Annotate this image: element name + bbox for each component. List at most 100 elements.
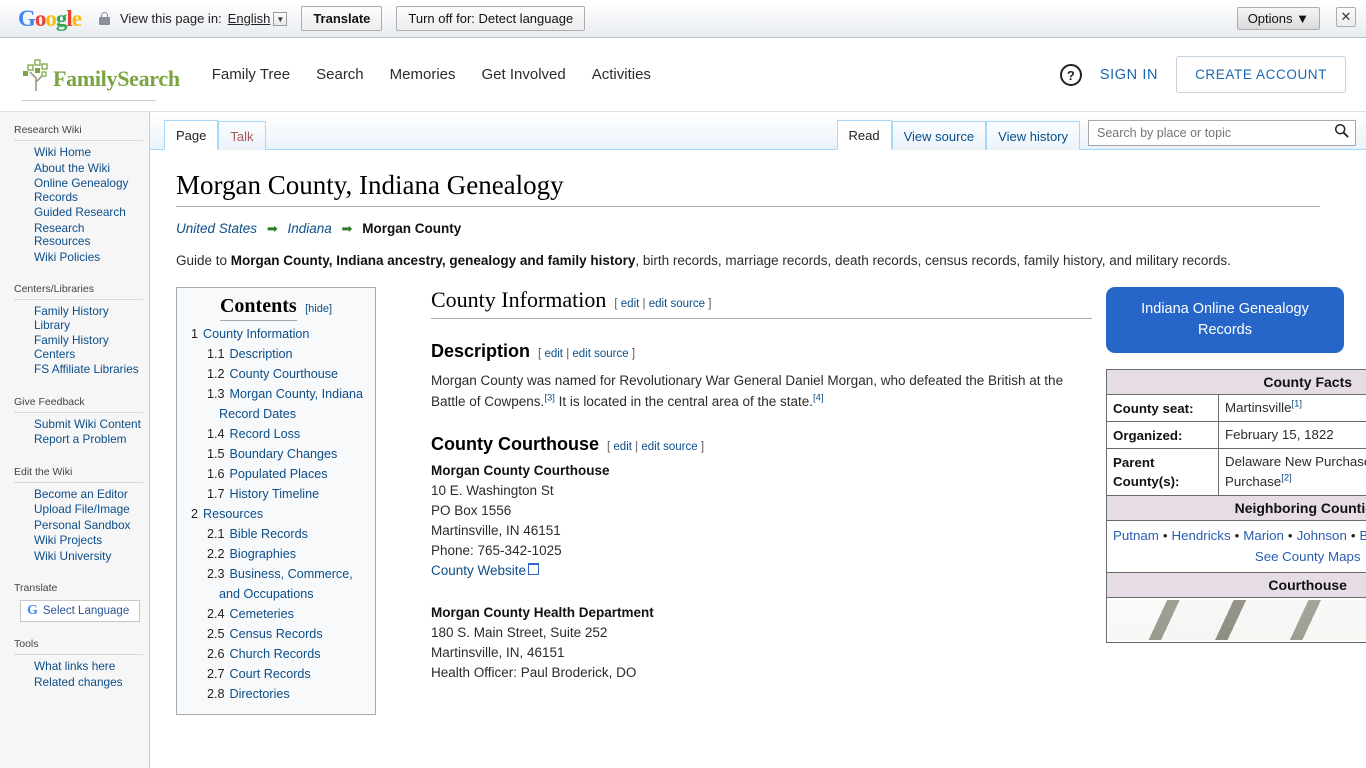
table-row [1105,597,1366,643]
toc-item[interactable]: 2.1 Bible Records [199,524,365,544]
nav-search[interactable]: Search [316,66,364,83]
tab-view-source[interactable]: View source [891,121,987,150]
sidebar-item-submit-wiki-content[interactable]: Submit Wiki Content [14,417,143,433]
toc-link[interactable]: Biographies [230,547,297,561]
sidebar-item-become-an-editor[interactable]: Become an Editor [14,487,143,503]
sidebar-item-about-the-wiki[interactable]: About the Wiki [14,161,143,177]
tab-page[interactable]: Page [164,120,219,150]
sidebar-item-family-history-library[interactable]: Family History Library [14,304,143,333]
breadcrumb-indiana[interactable]: Indiana [287,221,331,236]
edit-source-link[interactable]: edit source [649,298,705,310]
tab-view-history[interactable]: View history [986,121,1080,150]
sidebar-item-report-a-problem[interactable]: Report a Problem [14,432,143,448]
neighbor-marion[interactable]: Marion [1243,528,1284,543]
edit-link[interactable]: edit [613,441,632,453]
toc-item[interactable]: 1.3 Morgan County, Indiana Record Dates [199,384,365,424]
reference-1[interactable]: [1] [1292,399,1303,410]
toc-link[interactable]: County Courthouse [230,367,339,381]
reference-2[interactable]: [2] [1281,473,1292,484]
chevron-down-icon[interactable]: ▼ [273,11,288,26]
neighbor-brown[interactable]: Brown [1360,528,1366,543]
toc-link[interactable]: Directories [230,687,290,701]
toc-link[interactable]: Bible Records [230,527,308,541]
organized-label: Organized: [1106,421,1219,449]
turn-off-translate-button[interactable]: Turn off for: Detect language [396,6,586,31]
sidebar-item-wiki-projects[interactable]: Wiki Projects [14,533,143,549]
translate-options-button[interactable]: Options ▼ [1236,7,1320,30]
neighbor-johnson[interactable]: Johnson [1297,528,1347,543]
toc-item[interactable]: 1.2 County Courthouse [199,364,365,384]
sidebar-item-what-links-here[interactable]: What links here [14,659,143,675]
toc-link[interactable]: County Information [203,327,309,341]
toc-item[interactable]: 2.3 Business, Commerce, and Occupations [199,564,365,604]
toc-link[interactable]: Resources [203,507,263,521]
toc-hide-toggle[interactable]: [hide] [305,303,332,315]
familysearch-logo[interactable]: FamilySearch [22,58,180,101]
toc-link[interactable]: Cemeteries [230,607,294,621]
see-county-maps-link[interactable]: See County Maps [1255,549,1361,564]
toc-link[interactable]: Morgan County, Indiana Record Dates [219,387,363,421]
search-input[interactable] [1095,125,1334,141]
sidebar-item-wiki-policies[interactable]: Wiki Policies [14,250,143,266]
reference-4[interactable]: [4] [813,393,824,404]
select-language-dropdown[interactable]: G Select Language [20,600,140,622]
neighbor-hendricks[interactable]: Hendricks [1171,528,1230,543]
sidebar-item-family-history-centers[interactable]: Family History Centers [14,333,143,362]
toc-link[interactable]: Court Records [230,667,311,681]
sidebar-item-personal-sandbox[interactable]: Personal Sandbox [14,518,143,534]
toc-link[interactable]: History Timeline [230,487,320,501]
edit-source-link[interactable]: edit source [641,441,697,453]
nav-get-involved[interactable]: Get Involved [482,66,566,83]
sidebar-item-research-resources[interactable]: Research Resources [14,221,143,250]
toc-link[interactable]: Business, Commerce, and Occupations [219,567,353,601]
sidebar-item-wiki-home[interactable]: Wiki Home [14,145,143,161]
search-box[interactable] [1088,120,1356,146]
nav-memories[interactable]: Memories [390,66,456,83]
edit-link[interactable]: edit [621,298,640,310]
toc-item[interactable]: 2.2 Biographies [199,544,365,564]
toc-link[interactable]: Record Loss [230,427,301,441]
edit-source-link[interactable]: edit source [572,348,628,360]
toc-item[interactable]: 2.8 Directories [199,684,365,704]
toc-link[interactable]: Populated Places [230,467,328,481]
search-icon[interactable] [1334,123,1349,143]
sign-in-link[interactable]: SIGN IN [1100,67,1158,83]
toc-item[interactable]: 1.1 Description [199,344,365,364]
toc-item[interactable]: 1 County Information [187,324,365,344]
tab-talk[interactable]: Talk [218,121,266,150]
toc-link[interactable]: Census Records [230,627,323,641]
create-account-button[interactable]: CREATE ACCOUNT [1176,56,1346,93]
sidebar-item-related-changes[interactable]: Related changes [14,675,143,691]
neighbor-putnam[interactable]: Putnam [1113,528,1159,543]
sidebar-item-fs-affiliate-libraries[interactable]: FS Affiliate Libraries [14,362,143,378]
toc-item[interactable]: 1.7 History Timeline [199,484,365,504]
county-website-link[interactable]: County Website [431,563,539,578]
translate-button[interactable]: Translate [301,6,383,31]
reference-3[interactable]: [3] [544,393,555,404]
help-icon[interactable]: ? [1059,63,1082,86]
edit-link[interactable]: edit [544,348,563,360]
toc-link[interactable]: Boundary Changes [230,447,338,461]
toc-link[interactable]: Church Records [230,647,321,661]
nav-activities[interactable]: Activities [592,66,651,83]
toc-link[interactable]: Description [230,347,293,361]
toc-item[interactable]: 2.5 Census Records [199,624,365,644]
tab-read[interactable]: Read [836,120,892,150]
close-icon[interactable]: ✕ [1336,7,1356,27]
toc-item[interactable]: 2 Resources [187,504,365,524]
toc-item[interactable]: 2.4 Cemeteries [199,604,365,624]
toc-item[interactable]: 1.4 Record Loss [199,424,365,444]
toc-item[interactable]: 1.5 Boundary Changes [199,444,365,464]
toc-item[interactable]: 2.6 Church Records [199,644,365,664]
toc-title: Contents [219,295,297,321]
sidebar-item-wiki-university[interactable]: Wiki University [14,549,143,565]
sidebar-item-upload-file-image[interactable]: Upload File/Image [14,502,143,518]
toc-item[interactable]: 1.6 Populated Places [199,464,365,484]
sidebar-item-guided-research[interactable]: Guided Research [14,205,143,221]
sidebar-item-online-genealogy-records[interactable]: Online Genealogy Records [14,176,143,205]
indiana-online-genealogy-records-button[interactable]: Indiana Online Genealogy Records [1106,287,1344,353]
breadcrumb-united-states[interactable]: United States [176,221,257,236]
toc-item[interactable]: 2.7 Court Records [199,664,365,684]
translate-language-link[interactable]: English [228,11,271,26]
nav-family-tree[interactable]: Family Tree [212,66,290,83]
